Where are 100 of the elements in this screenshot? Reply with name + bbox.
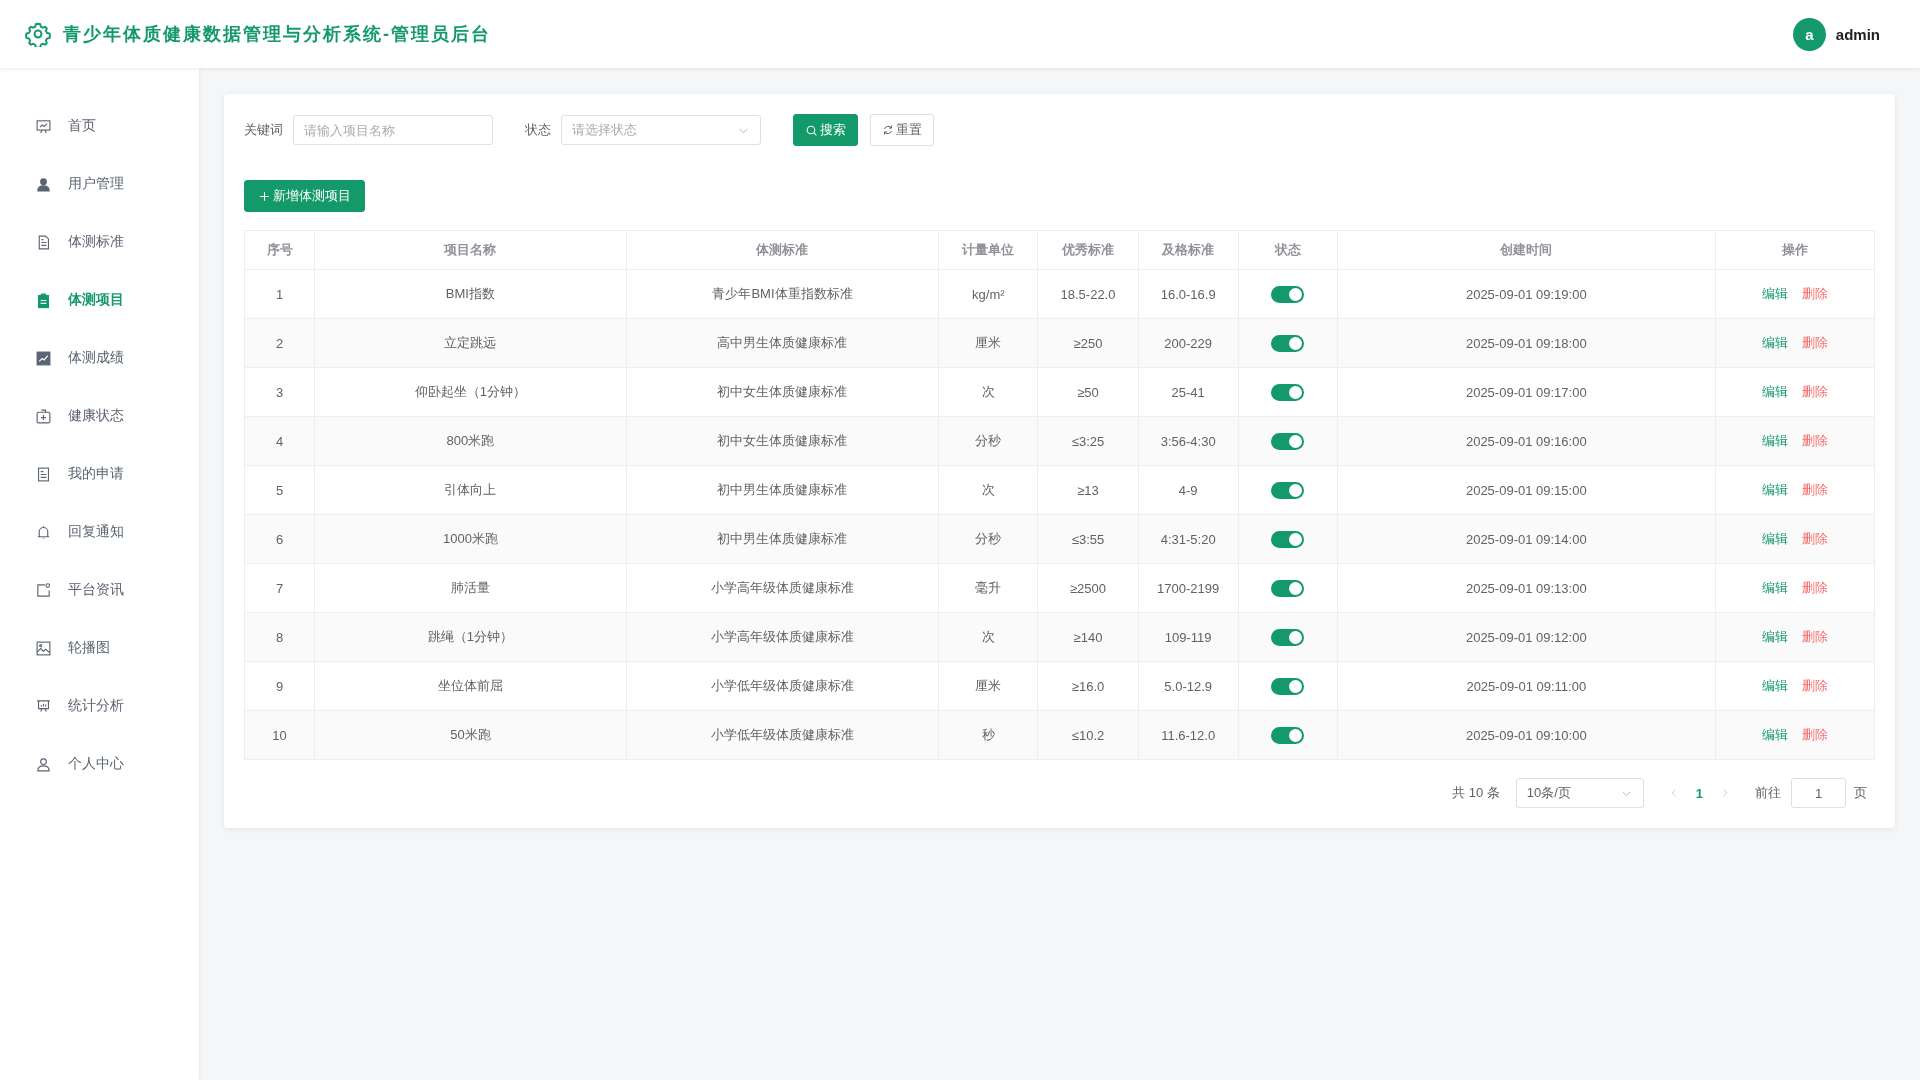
delete-link[interactable]: 删除 [1801,579,1828,597]
page-number[interactable]: 1 [1695,785,1703,801]
app-title: 青少年体质健康数据管理与分析系统-管理员后台 [63,23,491,46]
table-cell: 青少年BMI体重指数标准 [626,269,939,319]
status-toggle[interactable] [1271,481,1305,499]
status-toggle[interactable] [1271,726,1305,744]
delete-link[interactable]: 删除 [1801,432,1828,450]
table-cell: ≥13 [1037,465,1139,515]
table-cell: ≤3:25 [1037,416,1139,466]
table-cell: 立定跳远 [314,318,627,368]
sidebar-item[interactable]: 统计分析 [0,677,134,735]
sidebar-item[interactable]: 轮播图 [0,619,120,677]
search-button[interactable]: 搜索 [793,114,858,146]
status-toggle[interactable] [1271,628,1305,646]
status-toggle[interactable] [1271,432,1305,450]
column-header: 序号 [244,230,315,270]
sidebar-item[interactable]: 回复通知 [0,503,134,561]
table-cell: 8 [244,612,315,662]
table-cell: 初中男生体质健康标准 [626,514,939,564]
table-cell: 4 [244,416,315,466]
table-cell: 初中女生体质健康标准 [626,367,939,417]
total-count: 共 10 条 [1452,784,1500,802]
table-cell: 1 [244,269,315,319]
search-icon [805,123,818,137]
sidebar-item[interactable]: 首页 [0,97,106,155]
user-name[interactable]: admin [1835,25,1880,43]
keyword-field[interactable]: 请输入项目名称 [293,115,493,145]
edit-link[interactable]: 编辑 [1761,383,1788,401]
field-label: 状态 [525,121,551,139]
delete-link[interactable]: 删除 [1801,285,1828,303]
table-cell: 9 [244,661,315,711]
table-cell: 3:56-4:30 [1138,416,1239,466]
table-cell: 2025-09-01 09:19:00 [1337,269,1716,319]
edit-link[interactable]: 编辑 [1761,285,1788,303]
refresh-icon [882,124,894,136]
status-toggle[interactable] [1271,579,1305,597]
sidebar-item[interactable]: 用户管理 [0,155,134,213]
edit-link[interactable]: 编辑 [1761,677,1788,695]
chart-board-icon [35,117,52,135]
table-cell: 小学低年级体质健康标准 [626,661,939,711]
reset-button[interactable]: 重置 [870,114,934,146]
delete-link[interactable]: 删除 [1801,334,1828,352]
sidebar-item[interactable]: 健康状态 [0,387,134,445]
table-cell: ≥50 [1037,367,1139,417]
edit-link[interactable]: 编辑 [1761,334,1788,352]
table-cell: 毫升 [938,563,1038,613]
status-toggle[interactable] [1271,677,1305,695]
edit-link[interactable]: 编辑 [1761,530,1788,548]
sidebar-item[interactable]: 体测项目 [0,271,134,329]
bell-icon [35,523,52,541]
goto-label: 前往 [1755,784,1781,802]
table-cell: 高中男生体质健康标准 [626,318,939,368]
sidebar-item[interactable]: 体测标准 [0,213,134,271]
table-cell: 肺活量 [314,563,627,613]
table-cell: 分秒 [938,514,1038,564]
table-cell: 1000米跑 [314,514,627,564]
table-cell: 200-229 [1138,318,1239,368]
user-icon [35,175,52,193]
delete-link[interactable]: 删除 [1801,726,1828,744]
edit-link[interactable]: 编辑 [1761,726,1788,744]
sidebar-item[interactable]: 平台资讯 [0,561,134,619]
delete-link[interactable]: 删除 [1801,530,1828,548]
column-header: 体测标准 [626,230,939,270]
edit-link[interactable]: 编辑 [1761,432,1788,450]
column-header: 及格标准 [1138,230,1239,270]
sidebar-item[interactable]: 我的申请 [0,445,134,503]
edit-link[interactable]: 编辑 [1761,481,1788,499]
status-toggle[interactable] [1271,383,1305,401]
table-cell: 7 [244,563,315,613]
page-input[interactable]: 1 [1791,778,1846,808]
delete-link[interactable]: 删除 [1801,481,1828,499]
table-cell: 秒 [938,710,1038,760]
settings-icon [25,21,51,47]
status-toggle[interactable] [1271,285,1305,303]
field-label: 关键词 [244,121,283,139]
edit-link[interactable]: 编辑 [1761,579,1788,597]
delete-link[interactable]: 删除 [1801,628,1828,646]
delete-link[interactable]: 删除 [1801,383,1828,401]
table-cell: ≤3:55 [1037,514,1139,564]
status-select[interactable]: 请选择状态 [561,115,761,145]
table-cell: 109-119 [1138,612,1239,662]
list-icon [35,465,52,483]
table-cell: 次 [938,367,1038,417]
table-cell: 2025-09-01 09:13:00 [1337,563,1716,613]
page-size-select[interactable]: 10条/页 [1515,778,1644,808]
sidebar-item[interactable]: 个人中心 [0,735,134,793]
status-toggle[interactable] [1271,530,1305,548]
table-cell: 小学高年级体质健康标准 [626,563,939,613]
table-cell: 2025-09-01 09:16:00 [1337,416,1716,466]
edit-link[interactable]: 编辑 [1761,628,1788,646]
table-cell: 次 [938,612,1038,662]
delete-link[interactable]: 删除 [1801,677,1828,695]
add-item-button[interactable]: 新增体测项目 [244,180,365,212]
table-cell: BMI指数 [314,269,627,319]
column-header: 操作 [1715,230,1875,270]
plus-icon [258,189,271,203]
status-toggle[interactable] [1271,334,1305,352]
table-cell: 6 [244,514,315,564]
sidebar-item[interactable]: 体测成绩 [0,329,134,387]
user-avatar[interactable]: a [1792,17,1826,51]
